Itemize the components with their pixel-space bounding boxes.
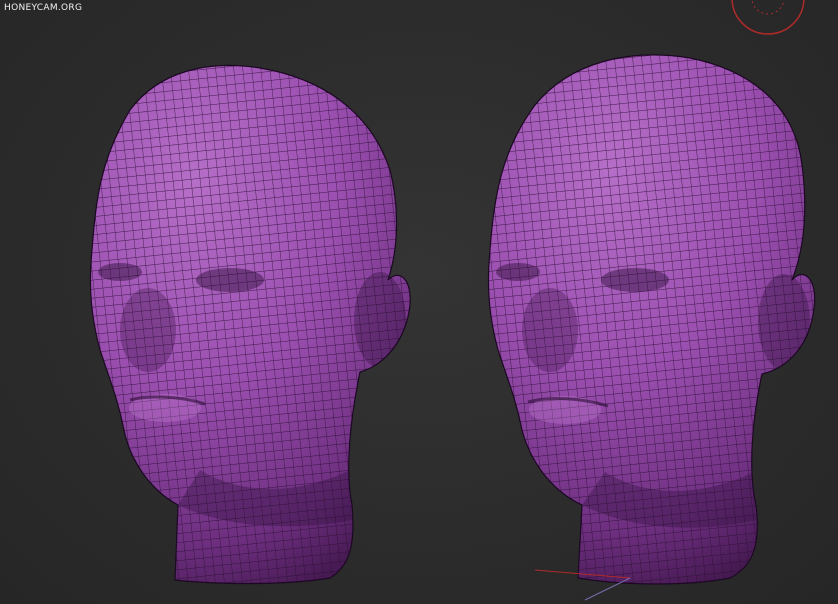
head-model-left[interactable] [0,0,430,604]
viewport-3d[interactable]: HONEYCAM.ORG [0,0,838,604]
axis-gizmo-icon [534,569,631,601]
viewcube-compass-icon[interactable] [728,0,818,48]
head-model-right[interactable] [400,0,838,604]
